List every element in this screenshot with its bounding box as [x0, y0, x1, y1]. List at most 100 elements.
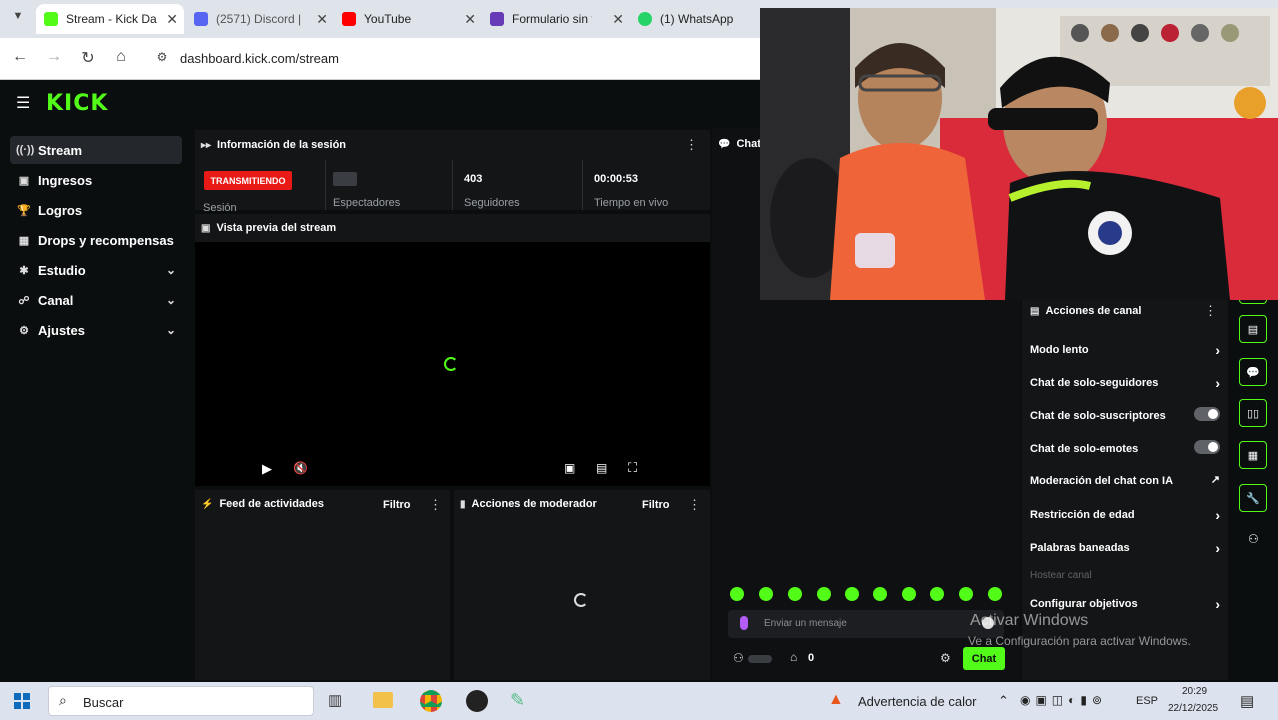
mic-icon[interactable] [740, 616, 748, 630]
fullscreen-icon[interactable]: ⛶ [628, 460, 637, 476]
rail-notes-icon[interactable]: ▤ [1239, 315, 1267, 343]
obs-icon[interactable] [466, 690, 488, 712]
action-banned-words[interactable]: Palabras baneadas › [1030, 540, 1220, 556]
tab-title: Stream - Kick Da [66, 12, 157, 26]
rail-split-icon[interactable]: ▯▯ [1239, 399, 1267, 427]
user-icon[interactable]: ⚇ [733, 651, 744, 665]
emote-icon[interactable] [788, 587, 802, 601]
rail-wrench-icon[interactable]: 🔧 [1239, 484, 1267, 512]
sidebar-item-stream[interactable]: ((·)) Stream [10, 136, 182, 164]
rail-nodes-icon[interactable]: ⚇ [1248, 532, 1259, 546]
chat-icon: 💬 [718, 138, 731, 150]
site-info-icon[interactable]: ⚙ [152, 50, 172, 64]
emote-icon[interactable] [730, 587, 744, 601]
action-followers-only[interactable]: Chat de solo-seguidores › [1030, 375, 1220, 391]
chrome-icon[interactable] [420, 690, 442, 712]
tray-expand-icon[interactable]: ⌃ [998, 693, 1009, 709]
feed-filter-button[interactable]: Filtro [383, 499, 411, 511]
url-field[interactable]: dashboard.kick.com/stream [180, 51, 339, 66]
chevron-right-icon: › [1215, 342, 1220, 358]
sidebar-item-estudio[interactable]: ✱ Estudio ⌄ [10, 256, 182, 284]
rail-chat-icon[interactable]: 💬 [1239, 358, 1267, 386]
sidebar-item-drops[interactable]: ▦ Drops y recompensas [10, 226, 182, 254]
home-icon[interactable]: ⌂ [111, 48, 131, 66]
chat-message-input[interactable]: Enviar un mensaje [728, 610, 1004, 638]
action-subscribers-only[interactable]: Chat de solo-suscriptores [1030, 407, 1220, 422]
tab-title: YouTube [364, 12, 412, 26]
reload-icon[interactable]: ↻ [78, 48, 98, 68]
action-label: Configurar objetivos [1030, 598, 1138, 610]
emote-icon[interactable] [845, 587, 859, 601]
chevron-down-icon: ⌄ [165, 323, 176, 337]
subscribers-only-toggle[interactable] [1194, 407, 1220, 421]
more-options-icon[interactable]: ⋮ [685, 137, 698, 153]
task-view-icon[interactable]: ▥ [328, 691, 342, 709]
weather-label[interactable]: Advertencia de calor [858, 694, 977, 709]
back-icon[interactable]: ← [10, 48, 30, 66]
panel-title: ⚡ Feed de actividades [201, 498, 324, 510]
tab-list-icon[interactable]: ▼ [8, 10, 28, 22]
chat-settings-icon[interactable]: ⚙ [940, 651, 951, 665]
language-indicator[interactable]: ESP [1136, 695, 1158, 707]
notifications-icon[interactable]: ▤ [1240, 692, 1254, 710]
close-icon[interactable]: ✕ [464, 11, 476, 28]
file-explorer-icon[interactable] [373, 692, 393, 708]
forms-favicon-icon [490, 12, 504, 26]
app-icon[interactable]: ✎ [510, 690, 525, 711]
send-chat-button[interactable]: Chat [963, 647, 1005, 670]
emote-icon[interactable] [902, 587, 916, 601]
close-icon[interactable]: ✕ [316, 11, 328, 28]
mod-actions-panel: ▮ Acciones de moderador Filtro ⋮ [454, 490, 710, 680]
rail-channel-icon[interactable]: ▦ [1239, 441, 1267, 469]
sidebar-item-label: Ingresos [38, 172, 93, 188]
tab-whatsapp[interactable]: (1) WhatsApp [630, 4, 760, 34]
emote-icon[interactable] [873, 587, 887, 601]
close-icon[interactable]: ✕ [612, 11, 624, 28]
emote-icon[interactable] [959, 587, 973, 601]
mod-filter-button[interactable]: Filtro [642, 499, 670, 511]
tab-discord[interactable]: (2571) Discord | ✕ [186, 4, 334, 34]
emotes-only-toggle[interactable] [1194, 440, 1220, 454]
chat-placeholder: Enviar un mensaje [764, 618, 847, 629]
taskbar-search-input[interactable]: ⌕ Buscar [48, 686, 314, 716]
emote-icon[interactable] [817, 587, 831, 601]
action-emotes-only[interactable]: Chat de solo-emotes [1030, 440, 1220, 455]
tab-kick[interactable]: Stream - Kick Da ✕ [36, 4, 184, 34]
studio-icon: ✱ [19, 264, 29, 277]
more-options-icon[interactable]: ⋮ [429, 497, 442, 513]
close-icon[interactable]: ✕ [166, 11, 178, 28]
action-ai-moderation[interactable]: Moderación del chat con IA ↗ [1030, 474, 1220, 487]
sidebar-item-label: Drops y recompensas [38, 232, 174, 248]
kick-logo[interactable]: KICK [46, 91, 108, 116]
more-options-icon[interactable]: ⋮ [688, 497, 701, 513]
store-icon[interactable]: ⌂ [790, 650, 797, 664]
sidebar-item-ingresos[interactable]: ▣ Ingresos [10, 166, 182, 194]
sidebar-item-canal[interactable]: ☍ Canal ⌄ [10, 286, 182, 314]
right-rail: ▤ 💬 ▯▯ ▦ 🔧 ⚇ [1230, 290, 1278, 680]
play-icon[interactable]: ▶ [262, 461, 272, 477]
forward-icon[interactable]: → [44, 48, 64, 66]
tab-forms[interactable]: Formulario sin t ✕ [482, 4, 630, 34]
search-placeholder: Buscar [83, 695, 124, 710]
emote-icon[interactable] [759, 587, 773, 601]
sidebar-item-logros[interactable]: 🏆 Logros [10, 196, 182, 224]
clock-time[interactable]: 20:29 [1182, 686, 1207, 697]
windows-start-icon[interactable] [14, 693, 30, 709]
action-age-restriction[interactable]: Restricción de edad › [1030, 507, 1220, 523]
youtube-favicon-icon [342, 12, 356, 26]
more-options-icon[interactable]: ⋮ [1204, 303, 1217, 319]
action-slow-mode[interactable]: Modo lento › [1030, 342, 1220, 358]
mute-icon[interactable]: 🔇 [293, 461, 308, 475]
emote-icon[interactable] [988, 587, 1002, 601]
session-info-panel: ▸▸ Información de la sesión ⋮ 403 00:00:… [195, 130, 710, 214]
pip-icon[interactable]: ▣ [564, 461, 575, 475]
clock-date[interactable]: 22/12/2025 [1168, 703, 1218, 714]
hamburger-menu-icon[interactable]: ☰ [16, 93, 30, 113]
action-set-goals[interactable]: Configurar objetivos › [1030, 596, 1220, 612]
tab-youtube[interactable]: YouTube ✕ [334, 4, 482, 34]
theater-icon[interactable]: ▤ [596, 461, 607, 475]
weather-warning-icon[interactable]: ▲ [828, 691, 844, 709]
sidebar-item-ajustes[interactable]: ⚙ Ajustes ⌄ [10, 316, 182, 344]
emote-icon[interactable] [930, 587, 944, 601]
tray-icons[interactable]: ◉▣◫◐▮⊚ [1020, 693, 1107, 707]
